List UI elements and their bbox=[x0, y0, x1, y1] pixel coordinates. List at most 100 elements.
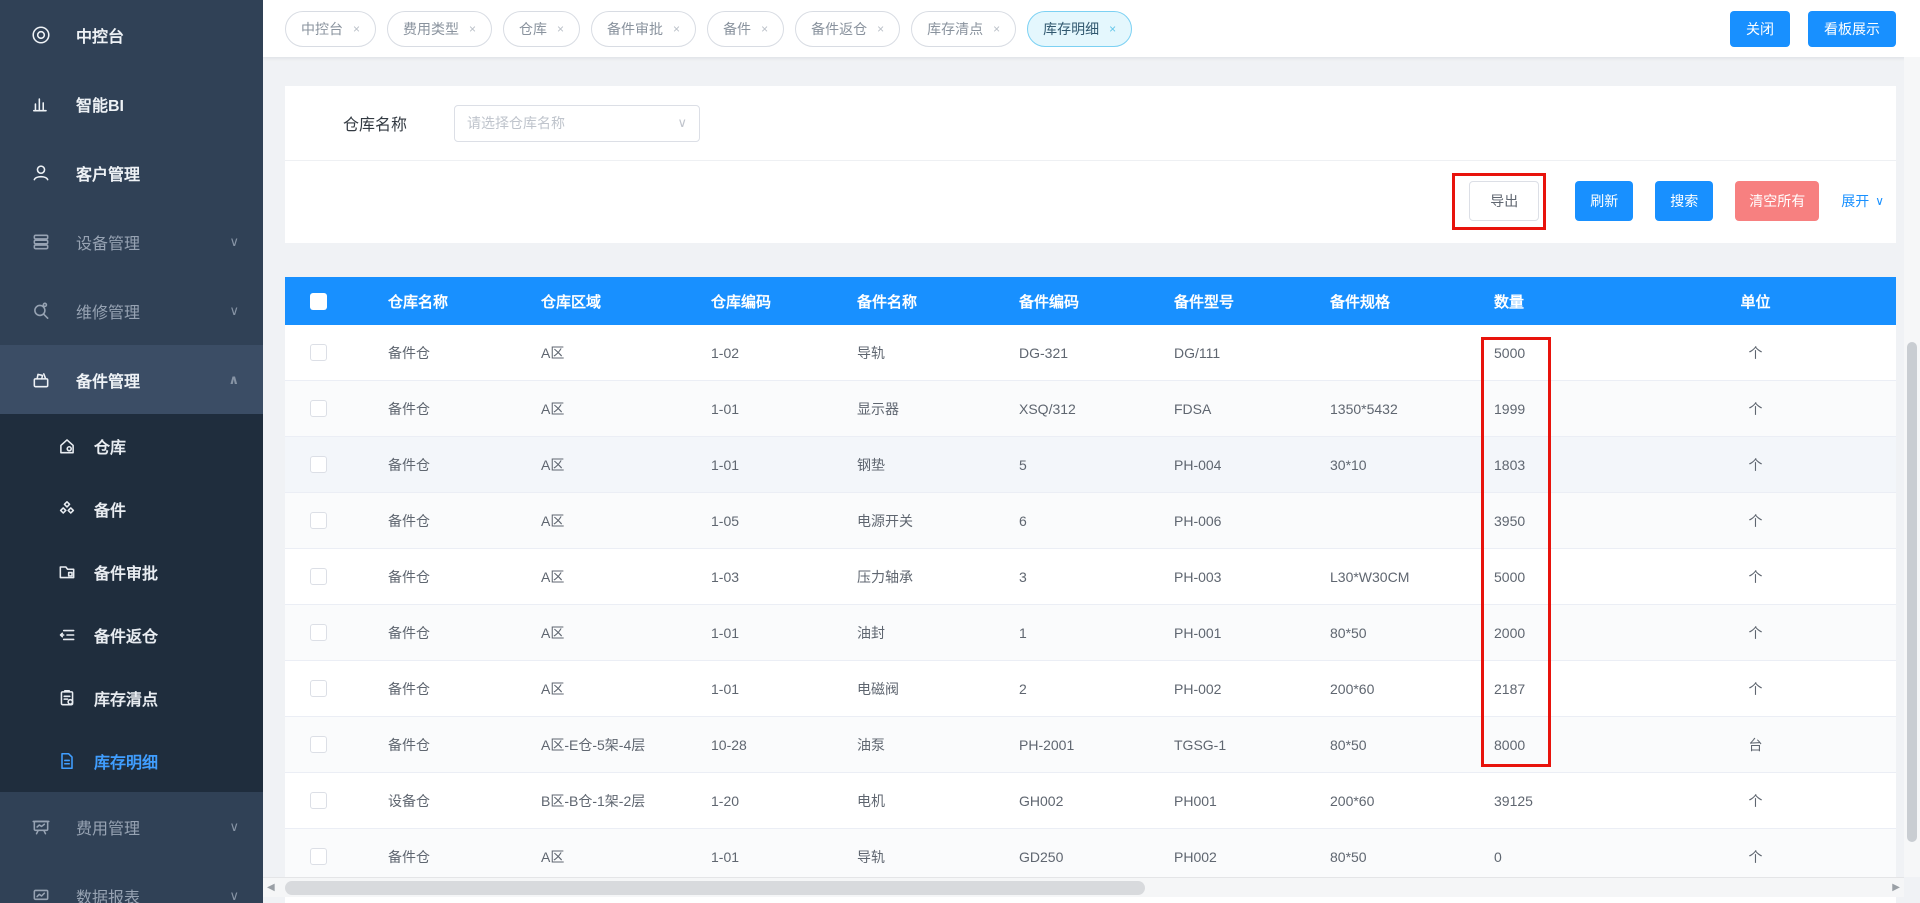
scroll-right-arrow-icon[interactable]: ▶ bbox=[1892, 882, 1900, 893]
chevron-down-icon: ∨ bbox=[1875, 194, 1884, 208]
refresh-button[interactable]: 刷新 bbox=[1575, 181, 1634, 221]
cell-part-model: PH002 bbox=[1174, 848, 1217, 865]
sidebar-item-parts-return[interactable]: 备件返仓 bbox=[0, 603, 263, 666]
sidebar-item-maintenance-mgmt[interactable]: 维修管理 ∨ bbox=[0, 276, 263, 345]
filter-row: 仓库名称 请选择仓库名称 ∨ bbox=[285, 86, 1896, 160]
cell-warehouse-code: 1-01 bbox=[711, 624, 740, 641]
sidebar-item-fee-mgmt[interactable]: 费用管理 ∨ bbox=[0, 792, 263, 861]
table-row[interactable]: 备件仓 A区 1-05 电源开关 6 PH-006 3950 个 bbox=[285, 493, 1896, 549]
close-tab-icon[interactable]: × bbox=[353, 22, 360, 36]
sidebar-item-parts-approval[interactable]: 备件审批 bbox=[0, 540, 263, 603]
close-tab-icon[interactable]: × bbox=[673, 22, 680, 36]
row-checkbox[interactable] bbox=[309, 624, 327, 641]
board-display-button[interactable]: 看板展示 bbox=[1808, 10, 1896, 47]
sidebar-item-console[interactable]: 中控台 bbox=[0, 0, 263, 69]
server-icon bbox=[31, 232, 51, 252]
cell-warehouse-area: B区-B仓-1架-2层 bbox=[541, 792, 646, 809]
cell-part-model: PH-002 bbox=[1174, 680, 1222, 697]
spare-parts-submenu: 仓库备件备件审批备件返仓 库存清点 库存明细 bbox=[0, 414, 263, 792]
table-row[interactable]: 备件仓 A区 1-01 油封 1 PH-001 80*50 2000 个 bbox=[285, 605, 1896, 661]
row-checkbox[interactable] bbox=[309, 512, 327, 529]
cell-warehouse-area: A区 bbox=[541, 848, 565, 865]
cell-part-code: XSQ/312 bbox=[1019, 400, 1076, 417]
close-tab-icon[interactable]: × bbox=[761, 22, 768, 36]
table-row[interactable]: 设备仓 B区-B仓-1架-2层 1-20 电机 GH002 PH001 200*60 3912… bbox=[285, 773, 1896, 829]
table-row[interactable]: 备件仓 A区 1-01 钢垫 5 PH-004 30*10 1803 个 bbox=[285, 437, 1896, 493]
tab-chip[interactable]: 备件 × bbox=[707, 10, 785, 47]
scroll-left-arrow-icon[interactable]: ◀ bbox=[267, 882, 275, 893]
tab-chip[interactable]: 中控台 × bbox=[285, 10, 377, 47]
cell-quantity: 2000 bbox=[1494, 624, 1526, 641]
col-part-spec: 备件规格 bbox=[1330, 293, 1391, 311]
col-warehouse-code: 仓库编码 bbox=[711, 293, 772, 311]
close-tab-icon[interactable]: × bbox=[1109, 22, 1116, 36]
export-button[interactable]: 导出 bbox=[1469, 181, 1540, 221]
sidebar-item-inventory-detail[interactable]: 库存明细 bbox=[0, 729, 263, 792]
close-tab-icon[interactable]: × bbox=[877, 22, 884, 36]
bi-chart-icon bbox=[31, 94, 51, 114]
warehouse-name-select[interactable]: 请选择仓库名称 ∨ bbox=[454, 104, 701, 142]
row-checkbox[interactable] bbox=[309, 400, 327, 417]
cell-unit: 个 bbox=[1748, 568, 1763, 585]
cell-unit: 个 bbox=[1748, 400, 1763, 417]
sidebar-item-spare-parts-mgmt[interactable]: 备件管理 ∧ bbox=[0, 345, 263, 414]
row-checkbox[interactable] bbox=[309, 456, 327, 473]
sidebar-item-data-report[interactable]: 数据报表 ∨ bbox=[0, 861, 263, 903]
cell-part-spec: 30*10 bbox=[1330, 456, 1367, 473]
cell-warehouse-area: A区 bbox=[541, 400, 565, 417]
clear-all-button[interactable]: 清空所有 bbox=[1735, 181, 1820, 221]
sidebar-item-inventory-count[interactable]: 库存清点 bbox=[0, 666, 263, 729]
sidebar-item-customer-mgmt[interactable]: 客户管理 bbox=[0, 138, 263, 207]
close-tab-icon[interactable]: × bbox=[993, 22, 1000, 36]
table-row[interactable]: 备件仓 A区 1-03 压力轴承 3 PH-003 L30*W30CM 5000 个 bbox=[285, 549, 1896, 605]
tab-chip[interactable]: 库存清点 × bbox=[911, 10, 1017, 47]
tab-chip[interactable]: 备件返仓 × bbox=[795, 10, 901, 47]
row-checkbox[interactable] bbox=[309, 736, 327, 753]
row-checkbox[interactable] bbox=[309, 848, 327, 865]
horizontal-scrollbar-thumb[interactable] bbox=[285, 881, 1145, 895]
row-checkbox[interactable] bbox=[309, 568, 327, 585]
sidebar-item-warehouse[interactable]: 仓库 bbox=[0, 414, 263, 477]
cell-quantity: 39125 bbox=[1494, 792, 1533, 809]
sidebar-item-label: 费用管理 bbox=[76, 820, 141, 838]
cell-warehouse-name: 备件仓 bbox=[388, 344, 430, 361]
sidebar-item-label: 数据报表 bbox=[76, 889, 141, 903]
tab-label: 库存明细 bbox=[1043, 20, 1100, 37]
cell-quantity: 8000 bbox=[1494, 736, 1526, 753]
table-row[interactable]: 备件仓 A区 1-02 导轨 DG-321 DG/111 5000 个 bbox=[285, 325, 1896, 381]
sidebar-item-label: 备件审批 bbox=[94, 565, 159, 583]
select-all-checkbox[interactable] bbox=[309, 292, 327, 310]
expand-link[interactable]: 展开 ∨ bbox=[1841, 181, 1884, 221]
table-row[interactable]: 备件仓 A区 1-01 电磁阀 2 PH-002 200*60 2187 个 bbox=[285, 661, 1896, 717]
table-row[interactable]: 备件仓 A区-E仓-5架-4层 10-28 油泵 PH-2001 TGSG-1 80*50 8… bbox=[285, 717, 1896, 773]
sidebar-item-spare-parts[interactable]: 备件 bbox=[0, 477, 263, 540]
sidebar-item-smart-bi[interactable]: 智能BI bbox=[0, 69, 263, 138]
sidebar-item-device-mgmt[interactable]: 设备管理 ∨ bbox=[0, 207, 263, 276]
close-tab-icon[interactable]: × bbox=[557, 22, 564, 36]
row-checkbox[interactable] bbox=[309, 680, 327, 697]
close-button[interactable]: 关闭 bbox=[1730, 10, 1790, 47]
sidebar-item-label: 备件 bbox=[94, 502, 127, 520]
col-warehouse-area: 仓库区域 bbox=[541, 293, 602, 311]
cell-part-spec: L30*W30CM bbox=[1330, 568, 1410, 585]
table-row[interactable]: 备件仓 A区 1-01 显示器 XSQ/312 FDSA 1350*5432 1999 个 bbox=[285, 381, 1896, 437]
vertical-scrollbar-thumb[interactable] bbox=[1907, 342, 1917, 842]
filter-panel: 仓库名称 请选择仓库名称 ∨ 导出 刷新 搜索 清空所有 展开 ∨ bbox=[285, 86, 1896, 243]
vertical-scrollbar[interactable] bbox=[1904, 57, 1920, 877]
row-checkbox[interactable] bbox=[309, 792, 327, 809]
horizontal-scrollbar[interactable]: ◀ ▶ bbox=[263, 877, 1904, 897]
tab-chip[interactable]: 费用类型 × bbox=[387, 10, 493, 47]
cell-part-code: PH-2001 bbox=[1019, 736, 1075, 753]
tab-chip-active[interactable]: 库存明细 × bbox=[1027, 10, 1133, 47]
tab-chip[interactable]: 仓库 × bbox=[503, 10, 581, 47]
repair-icon bbox=[31, 301, 51, 321]
cell-quantity: 5000 bbox=[1494, 568, 1526, 585]
search-button[interactable]: 搜索 bbox=[1655, 181, 1714, 221]
col-part-name: 备件名称 bbox=[857, 293, 918, 311]
cell-warehouse-name: 备件仓 bbox=[388, 736, 430, 753]
row-checkbox[interactable] bbox=[309, 344, 327, 361]
cell-part-name: 电机 bbox=[857, 792, 885, 809]
tab-chip[interactable]: 备件审批 × bbox=[591, 10, 697, 47]
close-tab-icon[interactable]: × bbox=[469, 22, 476, 36]
cell-part-model: PH-001 bbox=[1174, 624, 1222, 641]
